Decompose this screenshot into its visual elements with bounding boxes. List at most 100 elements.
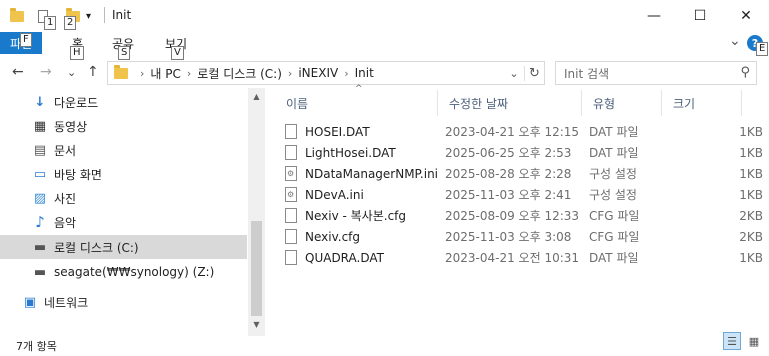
network-drive-icon: ▬ [33, 264, 47, 280]
nav-item-label: seagate(₩₩synology) (Z:) [54, 265, 215, 279]
customize-quick-access-button[interactable]: ▾ [86, 0, 91, 32]
file-name: NDevA.ini [305, 187, 364, 202]
address-dropdown-button[interactable]: ⌄ [504, 67, 524, 80]
up-button[interactable]: ↑ [87, 64, 99, 80]
search-input[interactable]: Init 검색 [564, 65, 609, 82]
nav-item-music[interactable]: ♪ 음악 [0, 210, 247, 234]
nav-item-label: 음악 [54, 215, 77, 230]
file-row[interactable]: Nexiv.cfg 2025-11-03 오후 3:08 CFG 파일 2KB [285, 226, 769, 247]
search-box[interactable]: Init 검색 ⚲ [555, 61, 757, 85]
crumb-inexiv[interactable]: iNEXIV [298, 66, 338, 80]
column-header-date[interactable]: 수정한 날짜 [438, 90, 582, 116]
file-date: 2023-04-21 오전 10:31 [445, 251, 580, 265]
file-date: 2025-08-28 오후 2:28 [445, 167, 572, 181]
column-header-size[interactable]: 크기 [662, 90, 742, 116]
nav-item-videos[interactable]: ▦ 동영상 [0, 114, 247, 138]
file-date: 2025-11-03 오후 3:08 [445, 230, 572, 244]
file-row[interactable]: LightHosei.DAT 2025-06-25 오후 2:53 DAT 파일… [285, 142, 769, 163]
nav-item-documents[interactable]: ▤ 문서 [0, 138, 247, 162]
nav-item-network[interactable]: ▣ 네트워크 [0, 290, 247, 314]
download-icon: ↓ [34, 94, 46, 110]
file-icon [285, 250, 297, 265]
close-button[interactable]: ✕ [723, 0, 769, 32]
crumb-local-disk[interactable]: 로컬 디스크 (C:) [197, 65, 282, 82]
column-header-name[interactable]: 이름 ^ [275, 84, 438, 116]
file-name: LightHosei.DAT [305, 145, 396, 160]
maximize-button[interactable]: ☐ [677, 0, 723, 32]
file-type: DAT 파일 [589, 251, 639, 265]
file-name: QUADRA.DAT [305, 250, 384, 265]
file-size: 1KB [739, 166, 763, 181]
details-view-button[interactable]: ☰ [723, 332, 741, 350]
file-date: 2025-11-03 오후 2:41 [445, 188, 572, 202]
file-icon [285, 124, 297, 139]
column-header-label: 유형 [593, 96, 616, 111]
nav-item-label: 로컬 디스크 (C:) [54, 240, 139, 255]
file-row[interactable]: NDataManagerNMP.ini 2025-08-28 오후 2:28 구… [285, 163, 769, 184]
crumb-separator[interactable]: › [344, 67, 348, 80]
crumb-separator[interactable]: › [187, 67, 191, 80]
file-icon [285, 145, 297, 160]
minimize-button[interactable]: — [631, 0, 677, 32]
file-type: 구성 설정 [589, 167, 637, 181]
column-header-label: 수정한 날짜 [449, 96, 509, 111]
file-row[interactable]: Nexiv - 복사본.cfg 2025-08-09 오후 12:33 CFG … [285, 205, 769, 226]
back-button[interactable]: ← [12, 64, 24, 80]
file-size: 1KB [739, 124, 763, 139]
keytip-share: S [118, 46, 131, 60]
scroll-down-button[interactable]: ▼ [248, 316, 265, 333]
settings-file-icon [285, 166, 297, 181]
file-row[interactable]: NDevA.ini 2025-11-03 오후 2:41 구성 설정 1KB [285, 184, 769, 205]
file-row[interactable]: HOSEI.DAT 2023-04-21 오후 12:15 DAT 파일 1KB [285, 121, 769, 142]
nav-item-label: 네트워크 [44, 295, 89, 310]
file-row[interactable]: QUADRA.DAT 2023-04-21 오전 10:31 DAT 파일 1K… [285, 247, 769, 268]
forward-button[interactable]: → [40, 64, 52, 80]
nav-item-seagate-z[interactable]: ▬ seagate(₩₩synology) (Z:) [0, 260, 247, 284]
keytip-2: 2 [64, 16, 77, 30]
nav-item-label: 바탕 화면 [54, 167, 102, 182]
window-title: Init [112, 8, 132, 22]
keytip-file: F [20, 33, 32, 47]
address-row: ← → ⌄ ↑ › 내 PC › 로컬 디스크 (C:) › iNEXIV › … [0, 60, 769, 86]
nav-scrollbar[interactable]: ▲ ▼ [248, 88, 265, 336]
video-icon: ▦ [33, 118, 47, 134]
desktop-icon: ▭ [33, 166, 47, 182]
scroll-up-button[interactable]: ▲ [248, 88, 265, 105]
expand-ribbon-button[interactable]: ⌄ [729, 33, 741, 49]
nav-item-local-disk-c[interactable]: ▬ 로컬 디스크 (C:) [0, 235, 247, 259]
address-bar[interactable]: › 내 PC › 로컬 디스크 (C:) › iNEXIV › Init ⌄ ↻ [107, 61, 545, 85]
network-icon: ▣ [23, 294, 37, 310]
file-size: 2KB [739, 229, 763, 244]
nav-item-downloads[interactable]: ↓ 다운로드 [0, 90, 247, 114]
document-icon: ▤ [33, 142, 47, 158]
file-size: 1KB [739, 187, 763, 202]
file-name: NDataManagerNMP.ini [305, 166, 439, 181]
scroll-thumb[interactable] [251, 221, 262, 316]
title-divider [104, 7, 105, 23]
crumb-init[interactable]: Init [355, 66, 374, 80]
ribbon-tabs: 파일 F 홈 H 공유 S 보기 V ⌄ ? E [0, 32, 769, 60]
recent-locations-button[interactable]: ⌄ [67, 66, 76, 79]
music-icon: ♪ [35, 213, 45, 231]
nav-item-pictures[interactable]: ▨ 사진 [0, 186, 247, 210]
pictures-icon: ▨ [33, 190, 47, 206]
item-count: 7개 항목 [16, 340, 57, 353]
file-type: CFG 파일 [589, 230, 640, 244]
file-list: 이름 ^ 수정한 날짜 유형 크기 HOSEI.DAT 2023-04-21 오… [275, 84, 769, 336]
file-type: 구성 설정 [589, 188, 637, 202]
title-bar: 1 2 ▾ Init — ☐ ✕ [0, 0, 769, 32]
crumb-separator[interactable]: › [288, 67, 292, 80]
navigation-pane: ↓ 다운로드 ▦ 동영상 ▤ 문서 ▭ 바탕 화면 ▨ 사진 ♪ 음악 ▬ 로컬… [0, 88, 265, 336]
file-date: 2023-04-21 오후 12:15 [445, 125, 580, 139]
file-type: DAT 파일 [589, 125, 639, 139]
drive-icon: ▬ [33, 239, 47, 255]
sort-ascending-icon: ^ [355, 84, 363, 94]
column-header-type[interactable]: 유형 [582, 90, 662, 116]
file-type: CFG 파일 [589, 209, 640, 223]
nav-item-label: 사진 [54, 191, 77, 206]
crumb-this-pc[interactable]: 내 PC [150, 65, 180, 82]
nav-item-desktop[interactable]: ▭ 바탕 화면 [0, 162, 247, 186]
file-size: 1KB [739, 250, 763, 265]
large-icons-view-button[interactable]: ▦ [745, 332, 763, 350]
refresh-button[interactable]: ↻ [524, 65, 544, 81]
